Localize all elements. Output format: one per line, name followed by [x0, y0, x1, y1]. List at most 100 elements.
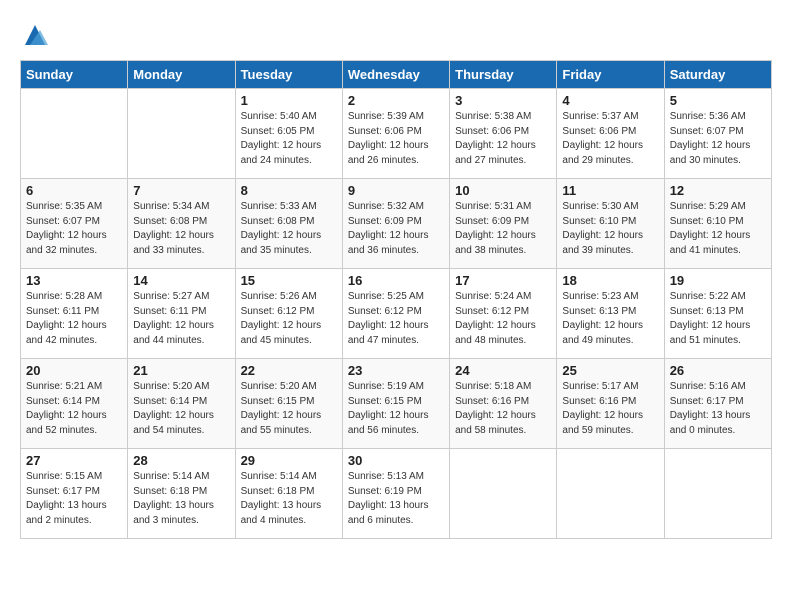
day-cell: 19 Sunrise: 5:22 AM Sunset: 6:13 PM Dayli…	[664, 269, 771, 359]
day-number: 29	[241, 453, 337, 468]
day-number: 12	[670, 183, 766, 198]
day-info: Sunrise: 5:28 AM Sunset: 6:11 PM Dayligh…	[26, 290, 122, 348]
day-info: Sunrise: 5:19 AM Sunset: 6:15 PM Dayligh…	[348, 380, 444, 438]
day-number: 2	[348, 93, 444, 108]
day-cell: 20 Sunrise: 5:21 AM Sunset: 6:14 PM Dayli…	[21, 359, 128, 449]
day-header-thursday: Thursday	[450, 61, 557, 89]
day-number: 19	[670, 273, 766, 288]
page: SundayMondayTuesdayWednesdayThursdayFrid…	[0, 0, 792, 549]
day-info: Sunrise: 5:23 AM Sunset: 6:13 PM Dayligh…	[562, 290, 658, 348]
day-cell	[664, 449, 771, 539]
logo-icon	[20, 20, 50, 50]
day-number: 30	[348, 453, 444, 468]
week-row-2: 6Sunrise: 5:35 AM Sunset: 6:07 PM Daylig…	[21, 179, 772, 269]
day-info: Sunrise: 5:18 AM Sunset: 6:16 PM Dayligh…	[455, 380, 551, 438]
day-cell: 1 Sunrise: 5:40 AM Sunset: 6:05 PM Daylig…	[235, 89, 342, 179]
day-cell: 29 Sunrise: 5:14 AM Sunset: 6:18 PM Dayli…	[235, 449, 342, 539]
day-cell	[557, 449, 664, 539]
logo	[20, 20, 54, 50]
day-info: Sunrise: 5:37 AM Sunset: 6:06 PM Dayligh…	[562, 110, 658, 168]
day-number: 11	[562, 183, 658, 198]
day-cell: 23 Sunrise: 5:19 AM Sunset: 6:15 PM Dayli…	[342, 359, 449, 449]
day-info: Sunrise: 5:40 AM Sunset: 6:05 PM Dayligh…	[241, 110, 337, 168]
day-number: 8	[241, 183, 337, 198]
day-info: Sunrise: 5:33 AM Sunset: 6:08 PM Dayligh…	[241, 200, 337, 258]
day-info: Sunrise: 5:27 AM Sunset: 6:11 PM Dayligh…	[133, 290, 229, 348]
week-row-3: 13 Sunrise: 5:28 AM Sunset: 6:11 PM Dayli…	[21, 269, 772, 359]
day-cell: 4 Sunrise: 5:37 AM Sunset: 6:06 PM Daylig…	[557, 89, 664, 179]
day-cell: 30 Sunrise: 5:13 AM Sunset: 6:19 PM Dayli…	[342, 449, 449, 539]
day-number: 5	[670, 93, 766, 108]
day-cell: 12Sunrise: 5:29 AM Sunset: 6:10 PM Dayli…	[664, 179, 771, 269]
day-cell: 6Sunrise: 5:35 AM Sunset: 6:07 PM Daylig…	[21, 179, 128, 269]
day-info: Sunrise: 5:14 AM Sunset: 6:18 PM Dayligh…	[133, 470, 229, 528]
day-cell: 5 Sunrise: 5:36 AM Sunset: 6:07 PM Daylig…	[664, 89, 771, 179]
day-number: 17	[455, 273, 551, 288]
day-number: 28	[133, 453, 229, 468]
day-cell: 16Sunrise: 5:25 AM Sunset: 6:12 PM Dayli…	[342, 269, 449, 359]
day-info: Sunrise: 5:31 AM Sunset: 6:09 PM Dayligh…	[455, 200, 551, 258]
day-cell: 7 Sunrise: 5:34 AM Sunset: 6:08 PM Daylig…	[128, 179, 235, 269]
day-cell: 11 Sunrise: 5:30 AM Sunset: 6:10 PM Dayli…	[557, 179, 664, 269]
day-cell: 15 Sunrise: 5:26 AM Sunset: 6:12 PM Dayli…	[235, 269, 342, 359]
day-info: Sunrise: 5:36 AM Sunset: 6:07 PM Dayligh…	[670, 110, 766, 168]
day-cell: 18 Sunrise: 5:23 AM Sunset: 6:13 PM Dayli…	[557, 269, 664, 359]
day-info: Sunrise: 5:34 AM Sunset: 6:08 PM Dayligh…	[133, 200, 229, 258]
day-info: Sunrise: 5:30 AM Sunset: 6:10 PM Dayligh…	[562, 200, 658, 258]
day-cell: 26Sunrise: 5:16 AM Sunset: 6:17 PM Dayli…	[664, 359, 771, 449]
day-info: Sunrise: 5:13 AM Sunset: 6:19 PM Dayligh…	[348, 470, 444, 528]
day-number: 20	[26, 363, 122, 378]
day-info: Sunrise: 5:38 AM Sunset: 6:06 PM Dayligh…	[455, 110, 551, 168]
day-number: 9	[348, 183, 444, 198]
day-info: Sunrise: 5:14 AM Sunset: 6:18 PM Dayligh…	[241, 470, 337, 528]
day-info: Sunrise: 5:20 AM Sunset: 6:14 PM Dayligh…	[133, 380, 229, 438]
day-header-friday: Friday	[557, 61, 664, 89]
day-info: Sunrise: 5:32 AM Sunset: 6:09 PM Dayligh…	[348, 200, 444, 258]
day-cell	[21, 89, 128, 179]
day-number: 1	[241, 93, 337, 108]
day-info: Sunrise: 5:39 AM Sunset: 6:06 PM Dayligh…	[348, 110, 444, 168]
header-row: SundayMondayTuesdayWednesdayThursdayFrid…	[21, 61, 772, 89]
day-number: 23	[348, 363, 444, 378]
day-cell: 22Sunrise: 5:20 AM Sunset: 6:15 PM Dayli…	[235, 359, 342, 449]
day-cell: 21Sunrise: 5:20 AM Sunset: 6:14 PM Dayli…	[128, 359, 235, 449]
header	[20, 20, 772, 50]
week-row-1: 1 Sunrise: 5:40 AM Sunset: 6:05 PM Daylig…	[21, 89, 772, 179]
day-header-saturday: Saturday	[664, 61, 771, 89]
day-cell: 24 Sunrise: 5:18 AM Sunset: 6:16 PM Dayli…	[450, 359, 557, 449]
day-cell: 3 Sunrise: 5:38 AM Sunset: 6:06 PM Daylig…	[450, 89, 557, 179]
day-cell: 28 Sunrise: 5:14 AM Sunset: 6:18 PM Dayli…	[128, 449, 235, 539]
day-header-tuesday: Tuesday	[235, 61, 342, 89]
day-number: 18	[562, 273, 658, 288]
day-number: 27	[26, 453, 122, 468]
day-cell: 13 Sunrise: 5:28 AM Sunset: 6:11 PM Dayli…	[21, 269, 128, 359]
day-number: 14	[133, 273, 229, 288]
day-cell: 14 Sunrise: 5:27 AM Sunset: 6:11 PM Dayli…	[128, 269, 235, 359]
day-header-sunday: Sunday	[21, 61, 128, 89]
calendar-table: SundayMondayTuesdayWednesdayThursdayFrid…	[20, 60, 772, 539]
day-number: 15	[241, 273, 337, 288]
day-info: Sunrise: 5:16 AM Sunset: 6:17 PM Dayligh…	[670, 380, 766, 438]
day-info: Sunrise: 5:35 AM Sunset: 6:07 PM Dayligh…	[26, 200, 122, 258]
day-info: Sunrise: 5:24 AM Sunset: 6:12 PM Dayligh…	[455, 290, 551, 348]
week-row-4: 20 Sunrise: 5:21 AM Sunset: 6:14 PM Dayli…	[21, 359, 772, 449]
day-info: Sunrise: 5:15 AM Sunset: 6:17 PM Dayligh…	[26, 470, 122, 528]
day-cell: 9 Sunrise: 5:32 AM Sunset: 6:09 PM Daylig…	[342, 179, 449, 269]
day-info: Sunrise: 5:26 AM Sunset: 6:12 PM Dayligh…	[241, 290, 337, 348]
day-cell: 2 Sunrise: 5:39 AM Sunset: 6:06 PM Daylig…	[342, 89, 449, 179]
day-cell	[450, 449, 557, 539]
day-info: Sunrise: 5:17 AM Sunset: 6:16 PM Dayligh…	[562, 380, 658, 438]
day-number: 22	[241, 363, 337, 378]
day-header-monday: Monday	[128, 61, 235, 89]
day-info: Sunrise: 5:21 AM Sunset: 6:14 PM Dayligh…	[26, 380, 122, 438]
day-number: 24	[455, 363, 551, 378]
day-number: 13	[26, 273, 122, 288]
day-header-wednesday: Wednesday	[342, 61, 449, 89]
day-number: 4	[562, 93, 658, 108]
day-number: 7	[133, 183, 229, 198]
day-cell: 25Sunrise: 5:17 AM Sunset: 6:16 PM Dayli…	[557, 359, 664, 449]
day-number: 3	[455, 93, 551, 108]
week-row-5: 27 Sunrise: 5:15 AM Sunset: 6:17 PM Dayli…	[21, 449, 772, 539]
day-info: Sunrise: 5:25 AM Sunset: 6:12 PM Dayligh…	[348, 290, 444, 348]
day-info: Sunrise: 5:22 AM Sunset: 6:13 PM Dayligh…	[670, 290, 766, 348]
